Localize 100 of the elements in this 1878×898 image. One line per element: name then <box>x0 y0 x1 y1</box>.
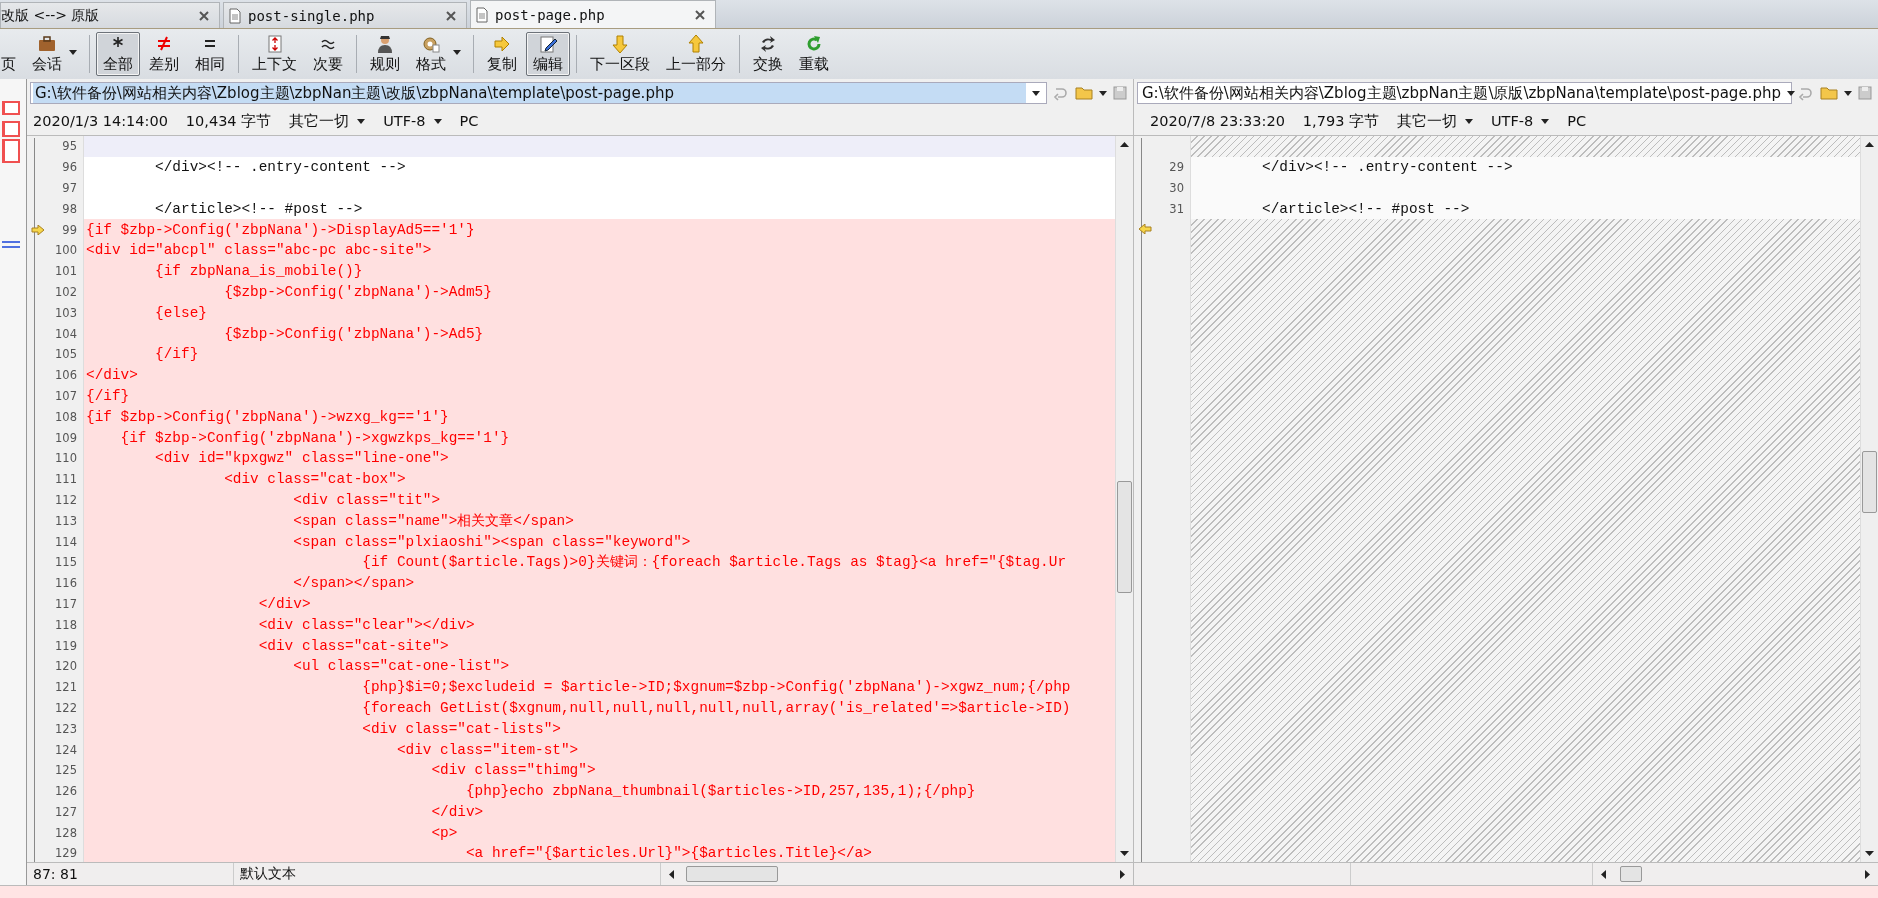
toolbar-button[interactable]: 上下文 <box>245 32 304 76</box>
line-number: 125 <box>54 763 77 778</box>
folder-icon[interactable] <box>1075 86 1093 100</box>
path-field[interactable]: G:\软件备份\网站相关内容\Zblog主题\zbpNan主题\改版\zbpNana\template\post-page.php <box>30 82 1047 104</box>
toolbar-button[interactable]: 全部 <box>96 32 140 76</box>
line-number: 115 <box>54 555 77 570</box>
code-line: </article><!-- #post --> <box>1261 199 1470 218</box>
close-icon[interactable] <box>199 10 209 21</box>
up-arrow-icon <box>686 34 706 54</box>
vertical-scrollbar[interactable] <box>1115 136 1133 862</box>
code-line: </article><!-- #post --> <box>154 199 363 218</box>
toolbar-button[interactable]: 复制 <box>480 32 524 76</box>
encoding-dropdown[interactable]: UTF-8 <box>383 113 442 129</box>
code-line: <a href="{$articles.Url}">{$articles.Title}</a> <box>464 844 872 862</box>
toolbar-button[interactable]: 相同 <box>188 32 232 76</box>
close-icon[interactable] <box>695 9 705 20</box>
tab[interactable]: 改版 <--> 原版 <box>0 2 220 28</box>
line-number: 103 <box>54 305 77 320</box>
code-line: {/if} <box>154 345 199 364</box>
line-number: 101 <box>54 264 77 279</box>
line-number: 126 <box>54 784 77 799</box>
line-number: 113 <box>54 513 77 528</box>
close-icon[interactable] <box>446 10 456 21</box>
redo-icon[interactable] <box>1798 85 1814 101</box>
scroll-down-icon[interactable] <box>1865 851 1874 856</box>
filter-dropdown[interactable]: 其它一切 <box>289 111 366 131</box>
code-line: </div><!-- .entry-content --> <box>1261 158 1513 177</box>
code-line: {else} <box>154 303 207 322</box>
line-number: 97 <box>61 181 77 195</box>
code-line: {if $zbp->Config('zbpNana')->wzxg_kg=='1'} <box>85 407 449 426</box>
file-timestamp: 2020/7/8 23:33:20 <box>1150 113 1285 129</box>
line-number: 98 <box>61 201 77 216</box>
right-arrow-icon[interactable] <box>31 224 45 235</box>
filter-dropdown[interactable]: 其它一切 <box>1397 111 1473 131</box>
toolbar-button[interactable]: 会话 <box>25 32 83 76</box>
line-number: 99 <box>61 222 77 237</box>
code-line: <span class="plxiaoshi"><span class="keyword"> <box>292 532 691 551</box>
line-number: 118 <box>54 617 77 632</box>
code-line: <ul class="cat-one-list"> <box>292 657 510 676</box>
encoding-dropdown[interactable]: UTF-8 <box>1491 113 1550 129</box>
toolbar-button[interactable]: 格式 <box>409 32 467 76</box>
line-number: 124 <box>54 742 77 757</box>
line-number: 108 <box>54 409 77 424</box>
code-line: {if $zbp->Config('zbpNana')->xgwzkps_kg=='1'} <box>119 428 510 447</box>
tab[interactable]: post-single.php <box>223 2 467 28</box>
toolbar-button[interactable]: 页 <box>0 32 23 76</box>
caret-icon[interactable] <box>1844 90 1852 96</box>
line-number: 128 <box>54 825 77 840</box>
line-number: 106 <box>54 368 77 383</box>
toolbar-button[interactable]: 重载 <box>792 32 836 76</box>
code-line: <span class="name">相关文章</span> <box>292 511 574 530</box>
scroll-thumb[interactable] <box>1117 481 1132 593</box>
code-line: <div id="abcpl" class="abc-pc abc-site"> <box>85 241 432 260</box>
scroll-down-icon[interactable] <box>1120 851 1129 856</box>
code-line: {php}echo zbpNana_thumbnail($articles->ID,257,135,1);{/php} <box>464 782 976 801</box>
toolbar-button[interactable]: 下一区段 <box>583 32 657 76</box>
toolbar-button[interactable]: 交换 <box>746 32 790 76</box>
line-number: 123 <box>54 721 77 736</box>
right-arrow-icon <box>492 34 512 54</box>
tab[interactable]: post-page.php <box>470 0 716 28</box>
line-number: 111 <box>54 472 77 487</box>
redo-icon[interactable] <box>1053 85 1069 101</box>
path-field[interactable]: G:\软件备份\网站相关内容\Zblog主题\zbpNan主题\原版\zbpNana\template\post-page.php <box>1137 82 1792 104</box>
toolbar-button[interactable]: 规则 <box>363 32 407 76</box>
file-icon <box>475 6 489 23</box>
toolbar-button[interactable]: 上一部分 <box>659 32 733 76</box>
code-line: </span></span> <box>292 574 415 593</box>
scroll-left-icon[interactable] <box>669 869 674 879</box>
scroll-up-icon[interactable] <box>1865 142 1874 147</box>
line-number: 129 <box>54 846 77 861</box>
code-line: <p> <box>430 823 458 842</box>
code-line: </div> <box>430 802 484 821</box>
line-number: 102 <box>54 284 77 299</box>
code-line: <div class="cat-box"> <box>223 470 406 489</box>
toolbar-button[interactable]: 编辑 <box>526 32 570 76</box>
code-line: {foreach GetList($xgnum,null,null,null,null,null,array('is_related'=>$article->ID) <box>361 698 1071 717</box>
code-line: {if Count($article.Tags)>0}关键词：{foreach $article.Tags as $tag}<a href="{$tag.Ur <box>361 553 1067 572</box>
toolbar-button[interactable]: 次要 <box>306 32 350 76</box>
down-arrow-icon <box>610 34 630 54</box>
save-icon[interactable] <box>1858 86 1872 100</box>
line-ending: PC <box>1567 113 1587 129</box>
save-icon[interactable] <box>1113 86 1127 100</box>
scroll-right-icon[interactable] <box>1120 869 1125 879</box>
caret-icon[interactable] <box>1099 90 1107 96</box>
scroll-right-icon[interactable] <box>1865 869 1870 879</box>
code-line: {$zbp->Config('zbpNana')->Ad5} <box>223 324 484 343</box>
scroll-up-icon[interactable] <box>1120 142 1129 147</box>
left-arrow-icon[interactable] <box>1138 224 1152 235</box>
toolbar-button[interactable]: 差别 <box>142 32 186 76</box>
code-line: {if zbpNana_is_mobile()} <box>154 262 363 281</box>
scroll-thumb[interactable] <box>1620 866 1642 882</box>
scroll-thumb[interactable] <box>686 866 778 882</box>
folder-icon[interactable] <box>1820 86 1838 100</box>
code-line: <div id="kpxgwz" class="line-one"> <box>154 449 449 468</box>
scroll-thumb[interactable] <box>1862 451 1877 513</box>
caret-icon <box>1541 118 1550 124</box>
code-line: {$zbp->Config('zbpNana')->Adm5} <box>223 282 492 301</box>
scroll-left-icon[interactable] <box>1601 869 1606 879</box>
vertical-scrollbar[interactable] <box>1860 136 1878 862</box>
code-line: </div><!-- .entry-content --> <box>154 158 406 177</box>
